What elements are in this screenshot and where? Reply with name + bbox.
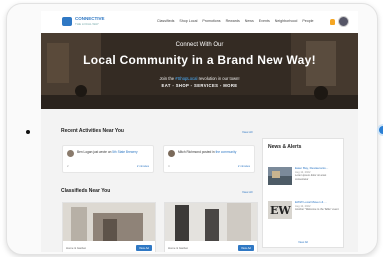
activity-target[interactable]: 5th State Brewery bbox=[112, 150, 137, 154]
hero-kicker: Connect With Our bbox=[175, 42, 224, 48]
classifieds-view-all-link[interactable]: View All bbox=[242, 190, 252, 194]
nav-rewards[interactable]: Rewards bbox=[226, 19, 240, 23]
classified-card[interactable]: Home & Garden View Ad bbox=[164, 202, 258, 252]
hero-categories: EAT - SHOP - SERVICES - MORE bbox=[161, 83, 238, 88]
svg-text:EW: EW bbox=[270, 204, 291, 217]
nav-neighborhood[interactable]: Neighborhood bbox=[275, 19, 298, 23]
logo-sub: THE LOCAL WAY bbox=[75, 21, 99, 26]
tablet-frame: CONNECTIVE THE LOCAL WAY Classifieds Sho… bbox=[6, 3, 383, 255]
news-thumbnail: EW bbox=[268, 201, 292, 219]
hero-banner: Connect With Our Local Community in a Br… bbox=[41, 33, 358, 109]
classified-image bbox=[63, 203, 155, 241]
news-alerts-panel: News & Alerts Eater Bay, Restaurants... … bbox=[262, 138, 344, 248]
nav-news[interactable]: News bbox=[245, 19, 254, 23]
news-headline[interactable]: Eater Bay, Restaurants... bbox=[295, 166, 328, 170]
recent-activities-title: Recent Activities Near You bbox=[61, 128, 124, 134]
avatar bbox=[168, 150, 175, 157]
classified-image bbox=[165, 203, 257, 241]
nav-shop-local[interactable]: Shop Local bbox=[179, 19, 197, 23]
camera-dot bbox=[26, 130, 30, 134]
classified-category: Home & Garden bbox=[66, 246, 87, 250]
activity-time: 2 minutes bbox=[136, 164, 149, 168]
news-thumbnail bbox=[268, 167, 292, 185]
news-item[interactable]: Eater Bay, Restaurants... Aug 12, 2022 L… bbox=[268, 166, 340, 193]
news-desc: Another "Welcome to the Table" event bbox=[295, 208, 339, 212]
view-ad-button[interactable]: View Ad bbox=[237, 245, 254, 251]
activity-time: 2 minutes bbox=[237, 164, 250, 168]
news-item[interactable]: EW EWW Local Maven & ... Aug 12, 2022 An… bbox=[268, 200, 340, 227]
header-icons bbox=[330, 16, 349, 27]
news-desc: Lorem ipsum dolor sit amet consectetur bbox=[295, 174, 327, 181]
website-screen: CONNECTIVE THE LOCAL WAY Classifieds Sho… bbox=[41, 11, 358, 252]
hero-title: Local Community in a Brand New Way! bbox=[83, 53, 316, 67]
avatar bbox=[67, 150, 74, 157]
avatar[interactable] bbox=[338, 16, 349, 27]
site-header: CONNECTIVE THE LOCAL WAY Classifieds Sho… bbox=[41, 11, 358, 34]
classifieds-title: Classifieds Near You bbox=[61, 188, 111, 194]
nav-promotions[interactable]: Promotions bbox=[202, 19, 220, 23]
news-title: News & Alerts bbox=[268, 144, 302, 150]
site-logo[interactable]: CONNECTIVE THE LOCAL WAY bbox=[62, 16, 105, 26]
activity-likes: 2 bbox=[67, 164, 69, 168]
classified-category: Home & Garden bbox=[168, 246, 189, 250]
main-nav: Classifieds Shop Local Promotions Reward… bbox=[157, 19, 314, 23]
activity-likes: 4 bbox=[168, 164, 170, 168]
view-ad-button[interactable]: View Ad bbox=[135, 245, 152, 251]
nav-events[interactable]: Events bbox=[259, 19, 270, 23]
hashtag-link[interactable]: #ShopLocal bbox=[175, 76, 197, 81]
activity-card[interactable]: Ben Logan just wrote on 5th State Brewer… bbox=[62, 145, 154, 173]
home-button[interactable] bbox=[379, 126, 383, 134]
nav-people[interactable]: People bbox=[302, 19, 313, 23]
news-headline[interactable]: EWW Local Maven & ... bbox=[295, 200, 327, 204]
recent-view-all-link[interactable]: View All bbox=[242, 130, 252, 134]
activity-user[interactable]: Mitch Richmond bbox=[178, 150, 201, 154]
bell-icon[interactable] bbox=[330, 18, 335, 25]
activity-card[interactable]: Mitch Richmond posted in the community 4… bbox=[163, 145, 255, 173]
logo-name: CONNECTIVE bbox=[75, 16, 105, 21]
news-view-all-link[interactable]: View All bbox=[263, 240, 343, 244]
nav-classifieds[interactable]: Classifieds bbox=[157, 19, 174, 23]
logo-icon bbox=[62, 17, 72, 26]
activity-user[interactable]: Ben Logan bbox=[77, 150, 92, 154]
hero-tagline: Join the #ShopLocal revolution in our to… bbox=[159, 76, 240, 81]
activity-target[interactable]: the community bbox=[216, 150, 237, 154]
classified-card[interactable]: Home & Garden View Ad bbox=[62, 202, 156, 252]
